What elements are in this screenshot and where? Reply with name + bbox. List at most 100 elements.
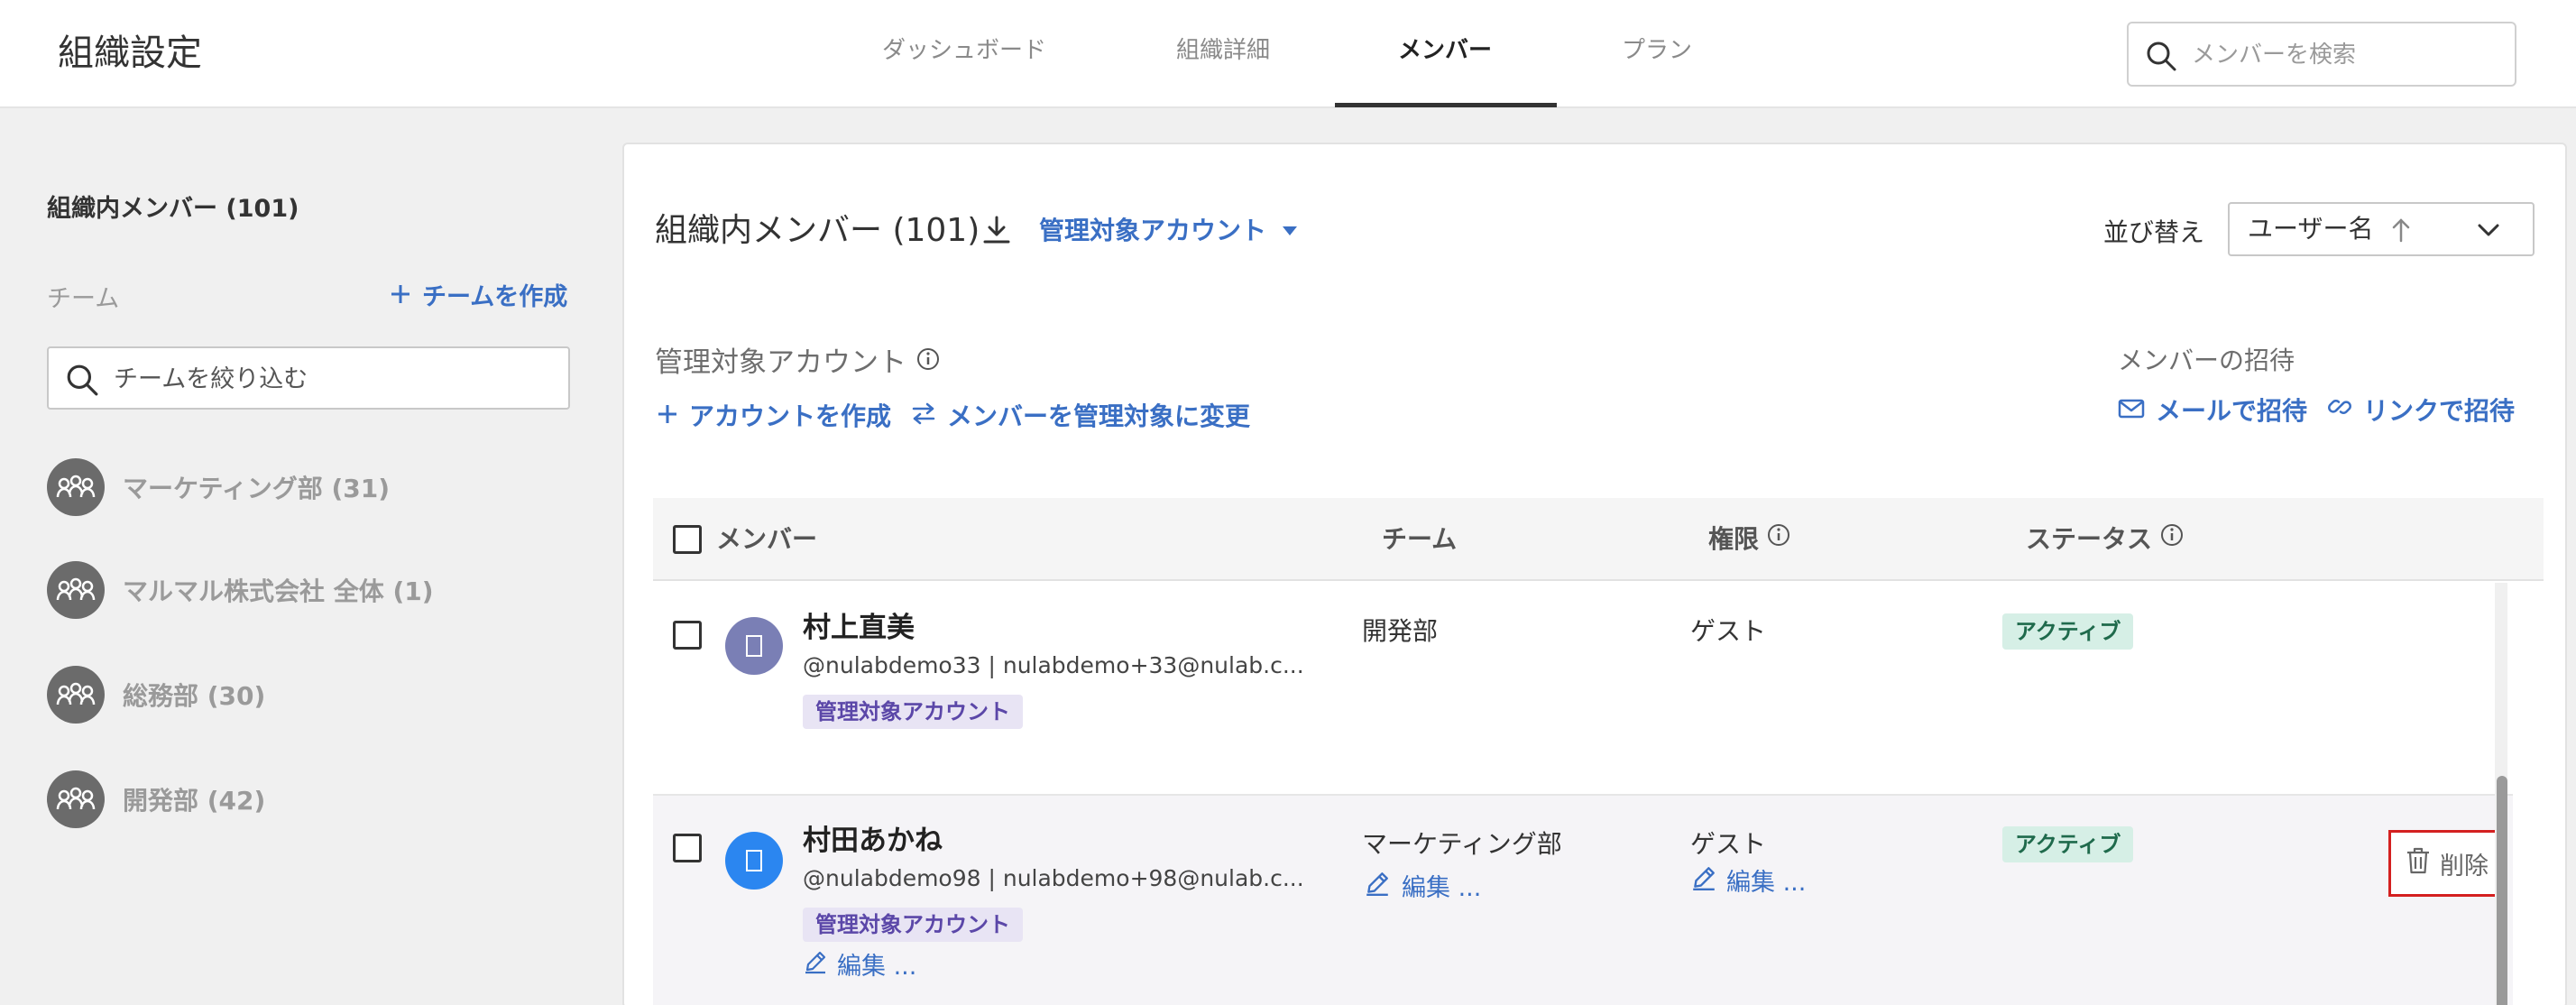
info-icon[interactable]: [915, 343, 941, 383]
mail-icon: [2118, 392, 2145, 431]
sidebar-team-item[interactable]: 総務部 (30): [47, 666, 265, 724]
team-name: 総務部 (30): [123, 681, 266, 711]
column-permission-label: 権限: [1708, 524, 1760, 554]
info-icon[interactable]: [1766, 520, 1791, 559]
column-status[interactable]: ステータス: [2026, 520, 2185, 559]
member-permission: ゲスト: [1690, 616, 1767, 646]
create-team-button[interactable]: チームを作成: [390, 280, 567, 316]
edit-team-button[interactable]: 編集 ...: [1362, 870, 1481, 908]
invite-link-label: リンクで招待: [2363, 396, 2516, 426]
top-header: 組織設定 ダッシュボード 組織詳細 メンバー プラン: [0, 0, 2576, 108]
sidebar-heading[interactable]: 組織内メンバー (101): [47, 191, 299, 227]
table-scrollbar-thumb[interactable]: [2497, 776, 2507, 1005]
sort-value: ユーザー名: [2248, 214, 2374, 244]
member-permission: ゲスト: [1690, 829, 1767, 859]
member-search-input[interactable]: [2192, 36, 2498, 74]
edit-label: 編集 ...: [1402, 874, 1482, 902]
change-to-managed-label: メンバーを管理対象に変更: [947, 401, 1251, 431]
team-name: マルマル株式会社 全体 (1): [123, 576, 434, 606]
status-badge: アクティブ: [2002, 613, 2134, 650]
invite-link-button[interactable]: リンクで招待: [2327, 392, 2515, 431]
member-name[interactable]: 村上直美: [803, 608, 915, 648]
pencil-icon: [803, 949, 828, 985]
delete-button[interactable]: 削除: [2388, 830, 2506, 897]
avatar: [725, 617, 783, 675]
tab-dashboard[interactable]: ダッシュボード: [882, 34, 1046, 67]
column-member[interactable]: メンバー: [716, 520, 817, 559]
page-title: 組織設定: [58, 32, 202, 74]
team-name: マーケティング部 (31): [123, 474, 391, 503]
edit-label: 編集 ...: [837, 953, 917, 981]
managed-actions: アカウントを作成 メンバーを管理対象に変更: [657, 397, 1250, 437]
managed-account-badge: 管理対象アカウント: [803, 908, 1023, 942]
delete-label: 削除: [2440, 852, 2489, 881]
status-badge: アクティブ: [2002, 826, 2134, 862]
avatar: [725, 832, 783, 890]
member-id-email: @nulabdemo33 | nulabdemo+33@nulab.c...: [803, 652, 1304, 678]
members-title: 組織内メンバー (101): [655, 212, 980, 249]
search-icon: [2145, 40, 2177, 76]
sidebar-team-item[interactable]: マーケティング部 (31): [47, 458, 390, 516]
team-name: 開発部 (42): [123, 786, 266, 816]
change-to-managed-button[interactable]: メンバーを管理対象に変更: [911, 397, 1250, 437]
info-icon[interactable]: [2159, 520, 2185, 559]
row-checkbox[interactable]: [673, 621, 702, 650]
member-team: 開発部: [1362, 616, 1439, 646]
managed-filter-label: 管理対象アカウント: [1039, 216, 1267, 245]
row-checkbox[interactable]: [673, 834, 702, 862]
sidebar-team-item[interactable]: 開発部 (42): [47, 770, 265, 828]
team-filter-input[interactable]: [114, 359, 556, 399]
tab-members[interactable]: メンバー: [1398, 34, 1492, 67]
member-team: マーケティング部: [1362, 829, 1562, 859]
search-icon: [65, 363, 99, 401]
team-group-icon: [47, 770, 105, 828]
create-account-label: アカウントを作成: [689, 401, 892, 431]
edit-permission-button[interactable]: 編集 ...: [1690, 864, 1806, 902]
swap-icon: [911, 397, 936, 437]
sidebar-team-item[interactable]: マルマル株式会社 全体 (1): [47, 561, 434, 619]
member-search[interactable]: [2127, 22, 2516, 87]
table-row[interactable]: 村上直美 @nulabdemo33 | nulabdemo+33@nulab.c…: [653, 583, 2513, 796]
column-team[interactable]: チーム: [1382, 520, 1457, 559]
team-group-icon: [47, 666, 105, 724]
member-id-email: @nulabdemo98 | nulabdemo+98@nulab.c...: [803, 865, 1304, 891]
caret-down-icon: [1283, 226, 1298, 235]
download-icon[interactable]: [981, 215, 1012, 249]
invite-actions: メールで招待 リンクで招待: [2118, 392, 2515, 431]
tab-plan[interactable]: プラン: [1622, 34, 1692, 67]
tab-org-details[interactable]: 組織詳細: [1176, 34, 1270, 67]
managed-accounts-label: 管理対象アカウント: [655, 346, 906, 379]
team-filter[interactable]: [47, 346, 570, 410]
table-row[interactable]: 村田あかね @nulabdemo98 | nulabdemo+98@nulab.…: [653, 796, 2513, 1005]
sort-label: 並び替え: [2103, 217, 2205, 247]
invite-label: メンバーの招待: [2118, 346, 2295, 375]
members-table-header: メンバー チーム 権限 ステータス: [653, 498, 2544, 581]
sidebar-team-label: チーム: [47, 285, 120, 313]
pencil-icon: [1362, 870, 1393, 908]
create-team-label: チームを作成: [422, 283, 568, 311]
edit-managed-button[interactable]: 編集 ...: [803, 949, 916, 985]
sort-select[interactable]: ユーザー名: [2228, 202, 2535, 256]
team-group-icon: [47, 458, 105, 516]
active-tab-indicator: [1335, 103, 1557, 107]
members-panel: 組織内メンバー (101) 管理対象アカウント 並び替え ユーザー名 管理対象ア…: [622, 143, 2567, 1005]
plus-icon: [657, 397, 678, 437]
create-account-button[interactable]: アカウントを作成: [657, 397, 891, 437]
trash-icon: [2406, 846, 2431, 881]
column-status-label: ステータス: [2026, 524, 2153, 554]
pencil-icon: [1690, 864, 1717, 902]
chevron-down-icon: [2475, 220, 2502, 244]
link-icon: [2327, 392, 2352, 431]
edit-label: 編集 ...: [1726, 869, 1807, 897]
team-group-icon: [47, 561, 105, 619]
invite-email-label: メールで招待: [2156, 396, 2308, 426]
arrow-up-icon: [2390, 217, 2412, 247]
invite-email-button[interactable]: メールで招待: [2118, 392, 2307, 431]
managed-account-badge: 管理対象アカウント: [803, 695, 1023, 729]
member-name[interactable]: 村田あかね: [803, 821, 943, 861]
managed-accounts-section: 管理対象アカウント: [655, 343, 941, 383]
select-all-checkbox[interactable]: [673, 525, 702, 554]
column-permission[interactable]: 権限: [1708, 520, 1791, 559]
managed-account-filter[interactable]: 管理対象アカウント: [1039, 211, 1298, 251]
plus-icon: [390, 280, 411, 316]
